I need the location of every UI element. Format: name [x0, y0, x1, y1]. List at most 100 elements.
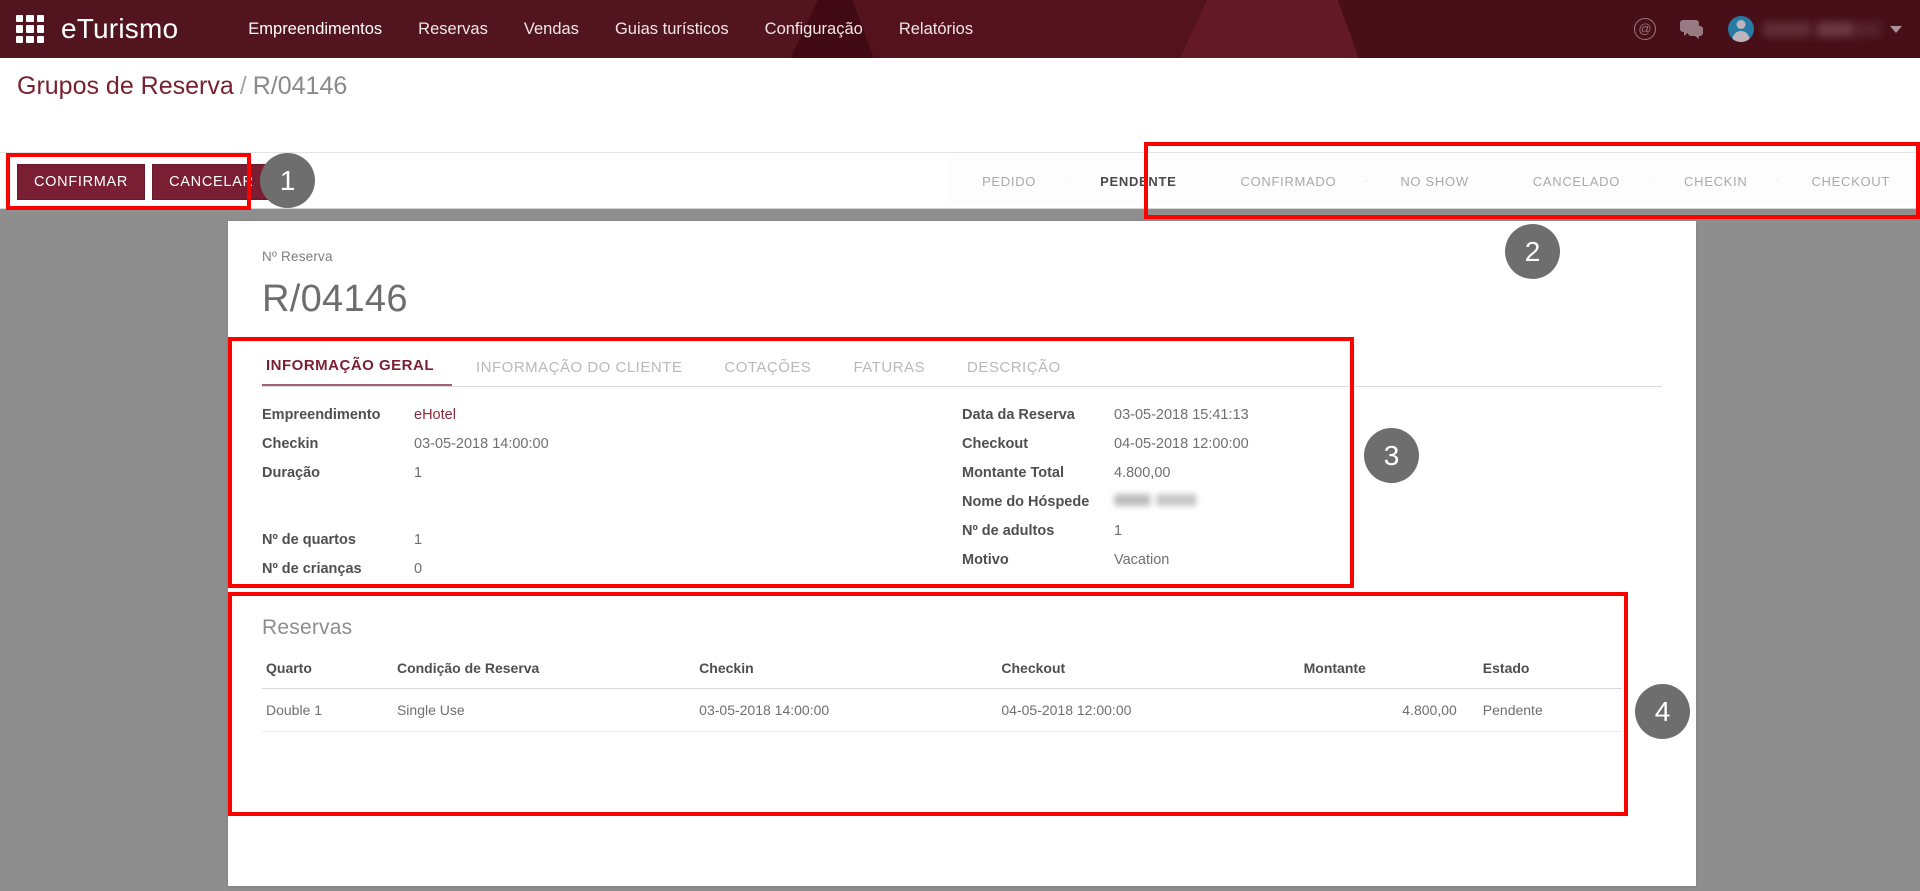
stage-label: PEDIDO [982, 173, 1037, 189]
table-row[interactable]: Double 1 Single Use 03-05-2018 14:00:00 … [262, 688, 1622, 732]
stage-label: CONFIRMADO [1240, 173, 1337, 189]
cell-checkin: 03-05-2018 14:00:00 [695, 688, 998, 732]
field-value: 1 [1114, 523, 1123, 539]
field-duracao: Duração 1 [262, 465, 962, 494]
menu-item-reservas[interactable]: Reservas [400, 12, 506, 47]
field-label: Checkout [962, 436, 1029, 452]
field-empreendimento: Empreendimento eHotel [262, 407, 962, 436]
cancel-button[interactable]: CANCELAR [152, 164, 271, 200]
column-header-checkout[interactable]: Checkout [997, 654, 1300, 689]
field-label: Motivo [962, 552, 1009, 568]
column-header-estado[interactable]: Estado [1460, 654, 1622, 689]
statusbar: PEDIDO PENDENTE CONFIRMADO NO SHOW CANCE… [948, 158, 1920, 204]
statusbar-stage-cancelado[interactable]: CANCELADO [1498, 158, 1651, 204]
apps-grid-icon[interactable] [13, 12, 47, 46]
statusbar-stage-no-show[interactable]: NO SHOW [1366, 158, 1499, 204]
field-spacer [262, 494, 962, 532]
annotation-badge-4: 4 [1635, 684, 1690, 739]
navbar-right-tools: @ [1634, 16, 1920, 42]
field-label: Checkin [262, 436, 319, 452]
field-column-right: Data da Reserva 03-05-2018 15:41:13 Chec… [962, 407, 1662, 590]
stage-label: CANCELADO [1532, 173, 1621, 189]
field-label: Montante Total [962, 465, 1065, 481]
breadcrumb: Grupos de Reserva / R/04146 [17, 72, 347, 101]
column-header-checkin[interactable]: Checkin [695, 654, 998, 689]
record-number-label: Nº Reserva [262, 249, 333, 264]
workflow-buttons: CONFIRMAR CANCELAR [17, 164, 271, 200]
statusbar-stage-confirmado[interactable]: CONFIRMADO [1206, 158, 1367, 204]
field-value: 0 [414, 561, 423, 577]
table-header-row: Quarto Condição de Reserva Checkin Check… [262, 654, 1622, 689]
field-label: Data da Reserva [962, 407, 1075, 423]
cell-montante: 4.800,00 [1299, 688, 1461, 732]
field-label: Nº de adultos [962, 523, 1055, 539]
record-sheet: Nº Reserva R/04146 INFORMAÇÃO GERAL INFO… [228, 221, 1696, 886]
field-montante-total: Montante Total 4.800,00 [962, 465, 1662, 494]
chevron-down-icon[interactable] [1890, 25, 1902, 33]
menu-item-vendas[interactable]: Vendas [506, 12, 597, 47]
cell-estado: Pendente [1460, 688, 1622, 732]
statusbar-stage-checkout[interactable]: CHECKOUT [1777, 158, 1920, 204]
statusbar-stage-pendente[interactable]: PENDENTE [1066, 158, 1207, 204]
app-root: eTurismo Empreendimentos Reservas Vendas… [0, 0, 1920, 891]
user-menu[interactable] [1728, 16, 1902, 42]
menu-item-relatorios[interactable]: Relatórios [881, 12, 991, 47]
field-columns: Empreendimento eHotel Checkin 03-05-2018… [262, 407, 1662, 590]
field-numero-de-quartos: Nº de quartos 1 [262, 532, 962, 561]
field-numero-de-criancas: Nº de crianças 0 [262, 561, 962, 590]
at-mention-icon[interactable]: @ [1634, 18, 1656, 40]
field-value-redacted [1114, 494, 1210, 506]
chat-bubble-icon[interactable] [1680, 19, 1704, 40]
field-value: 1 [414, 465, 423, 481]
field-nome-do-hospede: Nome do Hóspede [962, 494, 1662, 523]
main-menu: Empreendimentos Reservas Vendas Guias tu… [230, 12, 991, 47]
reservas-table: Quarto Condição de Reserva Checkin Check… [262, 654, 1622, 732]
statusbar-stage-checkin[interactable]: CHECKIN [1650, 158, 1778, 204]
stage-label: PENDENTE [1100, 173, 1177, 189]
annotation-badge-3: 3 [1364, 428, 1419, 483]
breadcrumb-current: R/04146 [252, 72, 348, 100]
menu-item-empreendimentos[interactable]: Empreendimentos [230, 12, 400, 47]
annotation-badge-2: 2 [1505, 224, 1560, 279]
field-motivo: Motivo Vacation [962, 552, 1662, 581]
user-avatar-icon [1728, 16, 1754, 42]
field-value: 04-05-2018 12:00:00 [1114, 436, 1249, 452]
field-label: Duração [262, 465, 321, 481]
brand-logo[interactable]: eTurismo [61, 13, 178, 45]
cell-condicao: Single Use [392, 688, 696, 732]
column-header-montante[interactable]: Montante [1299, 654, 1461, 689]
statusbar-stage-pedido[interactable]: PEDIDO [948, 158, 1067, 204]
stage-label: CHECKOUT [1811, 173, 1890, 189]
field-value: 03-05-2018 15:41:13 [1114, 407, 1249, 423]
tab-faturas[interactable]: FATURAS [849, 350, 943, 386]
tab-descricao[interactable]: DESCRIÇÃO [963, 350, 1079, 386]
tab-informacao-geral[interactable]: INFORMAÇÃO GERAL [262, 348, 452, 386]
tab-cotacoes[interactable]: COTAÇÕES [720, 350, 829, 386]
stage-label: NO SHOW [1400, 173, 1469, 189]
column-header-condicao-de-reserva[interactable]: Condição de Reserva [392, 654, 696, 689]
username-label [1763, 21, 1881, 37]
field-value: 4.800,00 [1114, 465, 1171, 481]
field-value: 1 [414, 532, 423, 548]
field-value[interactable]: eHotel [414, 407, 456, 423]
field-numero-de-adultos: Nº de adultos 1 [962, 523, 1662, 552]
breadcrumb-root-link[interactable]: Grupos de Reserva [17, 72, 234, 100]
column-header-quarto[interactable]: Quarto [262, 654, 393, 689]
field-data-da-reserva: Data da Reserva 03-05-2018 15:41:13 [962, 407, 1662, 436]
field-label: Nº de quartos [262, 532, 356, 548]
field-value: Vacation [1114, 552, 1170, 568]
tab-informacao-do-cliente[interactable]: INFORMAÇÃO DO CLIENTE [472, 350, 700, 386]
menu-item-configuracao[interactable]: Configuração [747, 12, 881, 47]
confirm-button[interactable]: CONFIRMAR [17, 164, 146, 200]
cell-quarto: Double 1 [262, 688, 393, 732]
notebook-tabs: INFORMAÇÃO GERAL INFORMAÇÃO DO CLIENTE C… [262, 348, 1662, 387]
field-checkout: Checkout 04-05-2018 12:00:00 [962, 436, 1662, 465]
field-checkin: Checkin 03-05-2018 14:00:00 [262, 436, 962, 465]
menu-item-guias-turisticos[interactable]: Guias turísticos [597, 12, 747, 47]
field-label: Nº de crianças [262, 561, 362, 577]
reservas-section: Reservas Quarto Condição de Reserva Chec… [262, 616, 1662, 732]
reservas-title: Reservas [262, 616, 353, 639]
top-navbar: eTurismo Empreendimentos Reservas Vendas… [0, 0, 1920, 58]
annotation-badge-1: 1 [260, 153, 315, 208]
field-value: 03-05-2018 14:00:00 [414, 436, 549, 452]
